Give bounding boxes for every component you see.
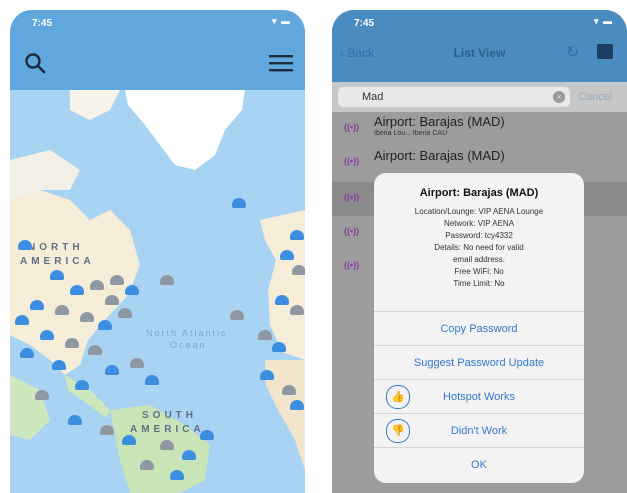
wifi-pin-icon[interactable] bbox=[110, 275, 124, 285]
status-time: 7:45 bbox=[32, 18, 53, 29]
list-view-screen: 7:45 ▾ ▬ ‹ Back List View ↻ ⚲ × Cancel (… bbox=[332, 10, 627, 493]
wifi-pin-icon[interactable] bbox=[140, 460, 154, 470]
refresh-icon[interactable]: ↻ bbox=[566, 43, 579, 61]
wifi-pin-icon[interactable] bbox=[65, 338, 79, 348]
wifi-pin-icon[interactable] bbox=[100, 425, 114, 435]
thumbs-down-icon: 👎 bbox=[386, 419, 410, 443]
copy-password-label: Copy Password bbox=[440, 323, 518, 335]
wifi-pin-icon[interactable] bbox=[98, 320, 112, 330]
hotspot-icon: ((•)) bbox=[344, 156, 360, 166]
hotspot-works-button[interactable]: 👍 Hotspot Works bbox=[374, 379, 584, 414]
search-input[interactable] bbox=[338, 87, 570, 107]
alert-title: Airport: Barajas (MAD) bbox=[419, 187, 539, 199]
wifi-pin-icon[interactable] bbox=[75, 380, 89, 390]
list-item-subtitle: Iberia Lou... Iberia CAU bbox=[374, 130, 448, 137]
hotspot-detail-alert: Airport: Barajas (MAD) Location/Lounge: … bbox=[374, 173, 584, 483]
wifi-pin-icon[interactable] bbox=[20, 348, 34, 358]
ok-button[interactable]: OK bbox=[374, 447, 584, 482]
wifi-pin-icon[interactable] bbox=[55, 305, 69, 315]
hotspot-icon: ((•)) bbox=[344, 122, 360, 132]
suggest-password-label: Suggest Password Update bbox=[413, 357, 545, 369]
wifi-pin-icon[interactable] bbox=[90, 280, 104, 290]
alert-detail-line: Network: VIP AENA bbox=[443, 219, 515, 228]
wifi-pin-icon[interactable] bbox=[292, 265, 305, 275]
wifi-pin-icon[interactable] bbox=[122, 435, 136, 445]
alert-detail-line: email address. bbox=[452, 255, 506, 264]
wifi-pin-icon[interactable] bbox=[290, 230, 304, 240]
label-north: NORTH bbox=[28, 242, 84, 253]
wifi-pin-icon[interactable] bbox=[182, 450, 196, 460]
suggest-password-update-button[interactable]: Suggest Password Update bbox=[374, 345, 584, 380]
wifi-pin-icon[interactable] bbox=[232, 198, 246, 208]
world-map[interactable]: NORTH AMERICA North Atlantic Ocean SOUTH… bbox=[10, 90, 305, 493]
status-bar: 7:45 ▾ ▬ bbox=[10, 10, 305, 34]
ok-label: OK bbox=[471, 459, 487, 471]
alert-detail-line: Password: tcy4332 bbox=[445, 231, 513, 240]
alert-detail-line: Location/Lounge: VIP AENA Lounge bbox=[414, 207, 544, 216]
wifi-pin-icon[interactable] bbox=[70, 285, 84, 295]
copy-password-button[interactable]: Copy Password bbox=[374, 311, 584, 346]
wifi-pin-icon[interactable] bbox=[40, 330, 54, 340]
page-title: List View bbox=[453, 46, 506, 60]
thumbs-up-icon: 👍 bbox=[386, 385, 410, 409]
cancel-button[interactable]: Cancel bbox=[578, 91, 612, 103]
wifi-pin-icon[interactable] bbox=[282, 385, 296, 395]
map-nav-bar bbox=[10, 32, 305, 90]
wifi-pin-icon[interactable] bbox=[275, 295, 289, 305]
label-south-america: AMERICA bbox=[130, 424, 205, 435]
wifi-pin-icon[interactable] bbox=[130, 358, 144, 368]
wifi-pin-icon[interactable] bbox=[160, 440, 174, 450]
wifi-pin-icon[interactable] bbox=[258, 330, 272, 340]
wifi-pin-icon[interactable] bbox=[15, 315, 29, 325]
wifi-pin-icon[interactable] bbox=[118, 308, 132, 318]
alert-detail-line: Time Limit: No bbox=[453, 279, 505, 288]
wifi-pin-icon[interactable] bbox=[145, 375, 159, 385]
hotspot-icon: ((•)) bbox=[344, 260, 360, 270]
map-screen: 7:45 ▾ ▬ NORTH AMERICA North Atlantic Oc… bbox=[10, 10, 305, 493]
wifi-pin-icon[interactable] bbox=[18, 240, 32, 250]
wifi-pin-icon[interactable] bbox=[290, 305, 304, 315]
hotspot-works-label: Hotspot Works bbox=[443, 391, 515, 403]
status-icons: ▾ ▬ bbox=[271, 16, 291, 26]
wifi-pin-icon[interactable] bbox=[35, 390, 49, 400]
wifi-pin-icon[interactable] bbox=[200, 430, 214, 440]
wifi-pin-icon[interactable] bbox=[68, 415, 82, 425]
hotspot-icon: ((•)) bbox=[344, 226, 360, 236]
label-ocean-2: Ocean bbox=[170, 340, 207, 350]
wifi-pin-icon[interactable] bbox=[105, 365, 119, 375]
map-view-icon[interactable] bbox=[597, 44, 613, 59]
status-icons: ▾ ▬ bbox=[593, 16, 613, 26]
wifi-pin-icon[interactable] bbox=[50, 270, 64, 280]
wifi-pin-icon[interactable] bbox=[170, 470, 184, 480]
didnt-work-button[interactable]: 👎 Didn't Work bbox=[374, 413, 584, 448]
list-item[interactable]: ((•)) Airport: Barajas (MAD) Iberia Lou.… bbox=[332, 112, 627, 146]
wifi-pin-icon[interactable] bbox=[290, 400, 304, 410]
wifi-pin-icon[interactable] bbox=[88, 345, 102, 355]
label-ocean-1: North Atlantic bbox=[146, 328, 228, 338]
alert-detail-line: Free WiFi: No bbox=[454, 267, 504, 276]
label-south: SOUTH bbox=[142, 410, 197, 421]
wifi-pin-icon[interactable] bbox=[30, 300, 44, 310]
didnt-work-label: Didn't Work bbox=[450, 425, 508, 437]
wifi-pin-icon[interactable] bbox=[230, 310, 244, 320]
list-item-title: Airport: Barajas (MAD) bbox=[374, 114, 505, 129]
wifi-pin-icon[interactable] bbox=[80, 312, 94, 322]
list-nav-bar: ‹ Back List View ↻ bbox=[332, 30, 627, 82]
alert-detail-line: Details: No need for valid bbox=[434, 243, 524, 252]
status-time: 7:45 bbox=[354, 18, 375, 29]
hamburger-menu-icon[interactable] bbox=[269, 54, 293, 72]
label-america: AMERICA bbox=[20, 256, 95, 267]
clear-icon[interactable]: × bbox=[553, 91, 565, 103]
wifi-pin-icon[interactable] bbox=[272, 342, 286, 352]
list-item-title: Airport: Barajas (MAD) bbox=[374, 148, 505, 163]
hotspot-icon: ((•)) bbox=[344, 192, 360, 202]
wifi-pin-icon[interactable] bbox=[125, 285, 139, 295]
wifi-pin-icon[interactable] bbox=[105, 295, 119, 305]
wifi-pin-icon[interactable] bbox=[160, 275, 174, 285]
wifi-pin-icon[interactable] bbox=[260, 370, 274, 380]
wifi-pin-icon[interactable] bbox=[52, 360, 66, 370]
wifi-pin-icon[interactable] bbox=[280, 250, 294, 260]
search-bar: ⚲ × Cancel bbox=[332, 82, 627, 112]
search-icon[interactable] bbox=[24, 52, 46, 74]
